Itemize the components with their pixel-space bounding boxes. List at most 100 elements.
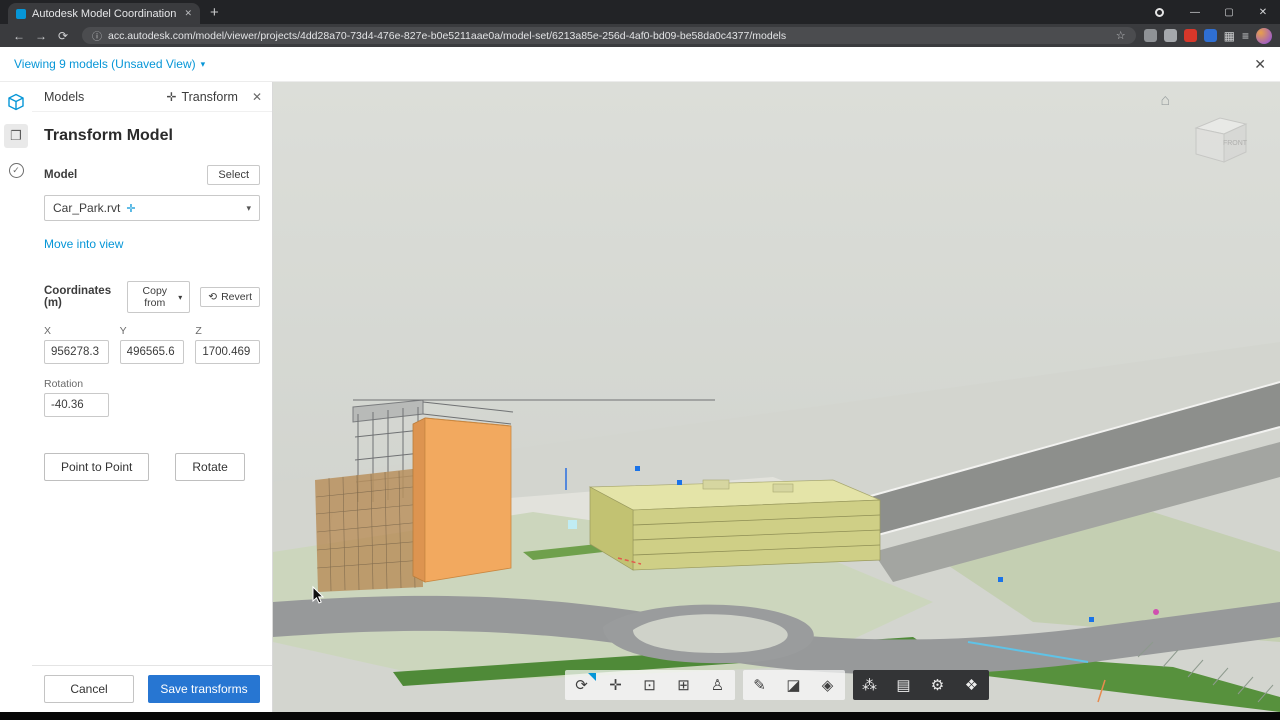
tab-close-icon[interactable]: ✕ <box>184 8 192 19</box>
first-person-tool[interactable]: ♙ <box>701 670 735 700</box>
select-model-button[interactable]: Select <box>207 165 260 185</box>
transform-tab[interactable]: ✛ Transform <box>166 90 238 104</box>
window-minimize-button[interactable]: — <box>1178 0 1212 24</box>
viewing-models-dropdown[interactable]: Viewing 9 models (Unsaved View) <box>14 57 196 71</box>
back-icon[interactable]: ← <box>8 29 30 43</box>
transform-badge-icon: ✛ <box>126 202 135 215</box>
y-coordinate-input[interactable] <box>120 340 185 364</box>
model-viewport[interactable]: ⌂ FRONT ⟳ ✛ ⊡ ⊞ ♙ ✎ <box>273 82 1280 712</box>
z-coordinate-input[interactable] <box>195 340 260 364</box>
chevron-down-icon: ▾ <box>246 203 251 214</box>
reading-list-icon[interactable]: ≡ <box>1242 29 1249 43</box>
views-panel-icon[interactable]: ❐ <box>4 124 28 148</box>
viewer-toolbar: ⟳ ✛ ⊡ ⊞ ♙ ✎ ◪ ◈ ⁂ ▤ ⚙ ❖ <box>565 670 989 700</box>
model-dropdown[interactable]: Car_Park.rvt ✛ ▾ <box>44 195 260 221</box>
browser-nav-bar: ← → ⟳ ⓘ acc.autodesk.com/model/viewer/pr… <box>0 24 1280 47</box>
extension-icon-2[interactable] <box>1164 29 1177 42</box>
page-title: Transform Model <box>44 127 260 145</box>
screen: Autodesk Model Coordination ✕ + — ▢ ✕ ← … <box>0 0 1280 720</box>
explode-icon: ◈ <box>822 676 834 694</box>
model-dropdown-value: Car_Park.rvt <box>53 201 120 215</box>
zoom-window-tool[interactable]: ⊞ <box>667 670 701 700</box>
extension-icon-3[interactable] <box>1204 29 1217 42</box>
navigation-tools-group: ⟳ ✛ ⊡ ⊞ ♙ <box>565 670 735 700</box>
orbit-icon: ⟳ <box>575 676 588 694</box>
taskbar-strip <box>0 712 1280 720</box>
viewing-bar: Viewing 9 models (Unsaved View) ▾ ✕ <box>0 47 1280 82</box>
new-tab-button[interactable]: + <box>210 4 219 21</box>
panel-footer: Cancel Save transforms <box>32 665 272 712</box>
glass-building <box>315 468 423 592</box>
move-into-view-link[interactable]: Move into view <box>44 237 260 251</box>
view-cube[interactable]: FRONT <box>1190 112 1252 173</box>
viewcube-front-label: FRONT <box>1223 140 1248 147</box>
settings-tool[interactable]: ⚙ <box>921 670 955 700</box>
rotation-label: Rotation <box>44 378 109 390</box>
transform-icon: ✛ <box>166 90 176 104</box>
panel-header: Models ✛ Transform ✕ <box>32 82 272 112</box>
panel-close-icon[interactable]: ✕ <box>252 90 262 104</box>
views-tool[interactable]: ❖ <box>955 670 989 700</box>
save-transforms-button[interactable]: Save transforms <box>148 675 260 703</box>
coordinates-label: Coordinates (m) <box>44 285 117 309</box>
window-controls: — ▢ ✕ <box>1155 0 1280 24</box>
page-info-icon[interactable]: ⓘ <box>92 28 102 43</box>
address-bar[interactable]: ⓘ acc.autodesk.com/model/viewer/projects… <box>82 27 1136 44</box>
cancel-button[interactable]: Cancel <box>44 675 134 703</box>
viewbar-close-icon[interactable]: ✕ <box>1254 56 1266 73</box>
model-tools-group: ⁂ ▤ ⚙ ❖ <box>853 670 989 700</box>
forward-icon[interactable]: → <box>30 29 52 43</box>
chevron-down-icon: ▾ <box>178 293 182 302</box>
properties-tool[interactable]: ▤ <box>887 670 921 700</box>
section-icon: ◪ <box>786 676 800 694</box>
apps-grid-icon[interactable]: ▦ <box>1224 29 1235 43</box>
coordinate-inputs: X Y Z <box>44 325 260 364</box>
cube-icon <box>7 93 25 111</box>
reload-icon[interactable]: ⟳ <box>52 29 74 43</box>
home-view-icon[interactable]: ⌂ <box>1160 92 1170 110</box>
settings-icon: ⚙ <box>931 676 944 694</box>
revert-button[interactable]: ⟲ Revert <box>200 287 260 307</box>
model-browser-icon: ⁂ <box>862 676 877 694</box>
analysis-tools-group: ✎ ◪ ◈ <box>743 670 845 700</box>
copy-from-button[interactable]: Copy from ▾ <box>127 281 190 313</box>
revert-label: Revert <box>221 291 252 303</box>
tab-title: Autodesk Model Coordination <box>32 8 178 20</box>
fit-to-view-tool[interactable]: ⊡ <box>633 670 667 700</box>
rotation-input[interactable] <box>44 393 109 417</box>
measure-tool[interactable]: ✎ <box>743 670 777 700</box>
browser-tab[interactable]: Autodesk Model Coordination ✕ <box>8 3 200 24</box>
y-axis-label: Y <box>120 325 185 337</box>
measure-icon: ✎ <box>753 676 766 694</box>
pan-tool[interactable]: ✛ <box>599 670 633 700</box>
check-circle-icon: ✓ <box>9 163 24 178</box>
tab-favicon-icon <box>16 9 26 19</box>
section-tool[interactable]: ◪ <box>777 670 811 700</box>
zoom-window-icon: ⊞ <box>677 676 690 694</box>
explode-tool[interactable]: ◈ <box>811 670 845 700</box>
profile-avatar[interactable] <box>1256 28 1272 44</box>
properties-icon: ▤ <box>896 676 910 694</box>
selected-car-park-model[interactable] <box>413 418 511 582</box>
rotate-button[interactable]: Rotate <box>175 453 244 481</box>
clash-check-icon[interactable]: ✓ <box>4 158 28 182</box>
z-axis-label: Z <box>195 325 260 337</box>
window-close-button[interactable]: ✕ <box>1246 0 1280 24</box>
models-nav-icon[interactable] <box>4 90 28 114</box>
bookmark-star-icon[interactable]: ☆ <box>1116 29 1126 42</box>
parking-structure <box>590 480 880 570</box>
revert-icon: ⟲ <box>208 291 217 303</box>
x-coordinate-input[interactable] <box>44 340 109 364</box>
left-icon-rail: ❐ ✓ <box>0 82 32 712</box>
extension-icon-1[interactable] <box>1144 29 1157 42</box>
window-maximize-button[interactable]: ▢ <box>1212 0 1246 24</box>
model-label: Model <box>44 169 77 181</box>
point-to-point-button[interactable]: Point to Point <box>44 453 149 481</box>
model-scene[interactable] <box>273 82 1280 712</box>
chevron-down-icon[interactable]: ▾ <box>201 59 206 70</box>
orbit-tool[interactable]: ⟳ <box>565 670 599 700</box>
model-browser-tool[interactable]: ⁂ <box>853 670 887 700</box>
extension-adobe-icon[interactable] <box>1184 29 1197 42</box>
browser-tab-bar: Autodesk Model Coordination ✕ + — ▢ ✕ <box>0 0 1280 24</box>
record-icon <box>1155 8 1164 17</box>
